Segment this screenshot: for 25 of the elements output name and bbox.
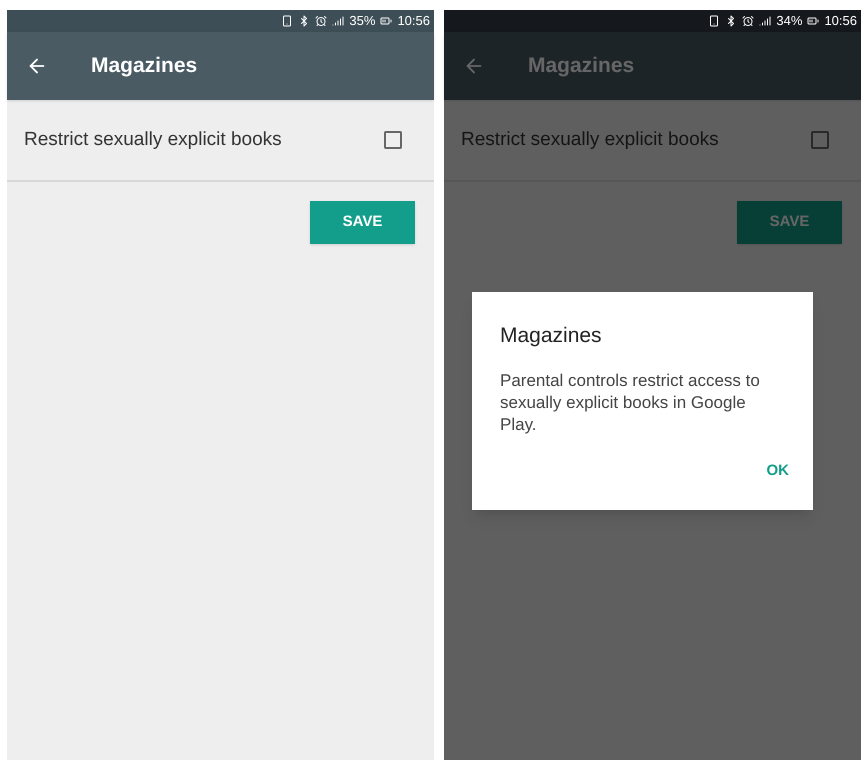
toolbar-title: Magazines [528,53,634,80]
save-button[interactable]: SAVE [310,201,415,244]
dialog-message: Parental controls restrict access to sexually explicit books in Google Play. [500,370,761,436]
checkbox[interactable] [384,131,402,149]
ok-button[interactable]: OK [756,454,799,488]
save-button[interactable]: SAVE [737,201,842,244]
clock-time: 10:56 [824,12,857,30]
battery-percent: 34% [776,12,802,30]
battery-icon [807,15,820,27]
dialog-title: Magazines [500,323,603,349]
clock-time: 10:56 [397,12,430,30]
phone-icon [281,15,294,27]
phone-icon [708,15,720,27]
checkbox[interactable] [811,131,829,149]
alarm-icon [742,15,754,27]
battery-icon [380,15,392,27]
setting-label: Restrict sexually explicit books [461,128,719,152]
signal-icon [332,15,344,27]
setting-label: Restrict sexually explicit books [24,128,282,152]
alarm-icon [315,15,328,27]
toolbar-title: Magazines [91,53,198,80]
setting-row[interactable]: Restrict sexually explicit books [7,100,434,182]
setting-row[interactable]: Restrict sexually explicit books [444,100,861,182]
battery-percent: 35% [349,12,376,30]
signal-icon [759,15,772,27]
